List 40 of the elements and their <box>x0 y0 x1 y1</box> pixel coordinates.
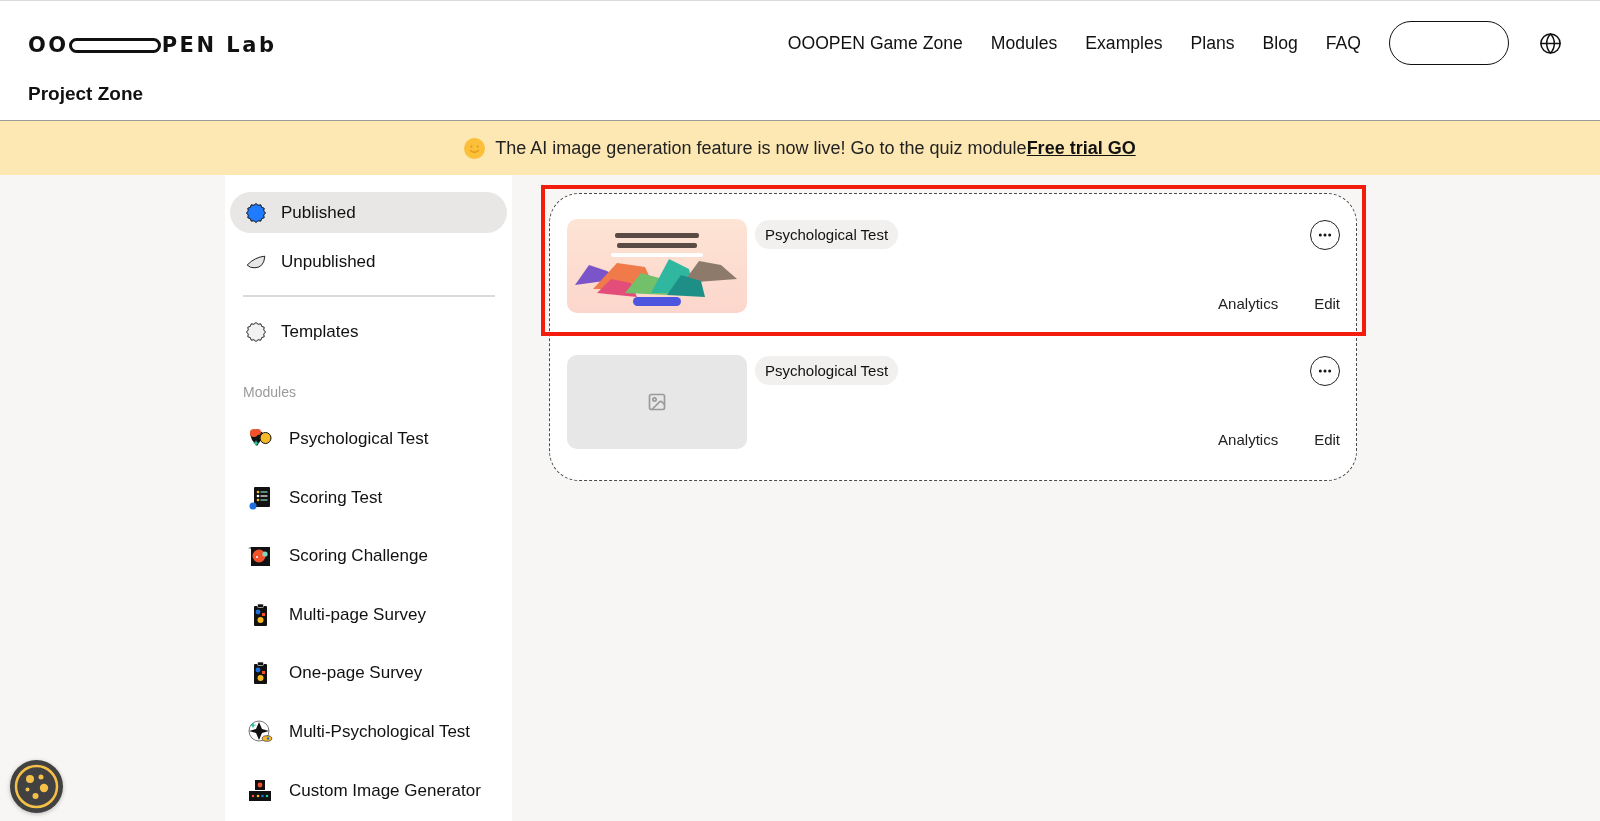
module-tag: Psychological Test <box>755 356 899 385</box>
section-heading: Modules <box>243 383 297 401</box>
free-trial-link[interactable]: Free trial GO <box>1026 137 1136 158</box>
action-link[interactable]: Edit <box>1314 295 1340 313</box>
nav-link[interactable]: Plans <box>1190 32 1235 54</box>
sidebar-item[interactable]: Unpublished <box>230 241 507 282</box>
nav-link[interactable]: Modules <box>990 32 1058 54</box>
announcement-text: The AI image generation feature is now live! Go to the quiz moduleFree trial GO <box>495 137 1136 159</box>
more-button[interactable] <box>1310 356 1340 386</box>
outline-button[interactable] <box>1389 21 1509 65</box>
checklist-icon <box>247 484 273 511</box>
module-item[interactable]: Psychological Test <box>230 417 507 461</box>
logo-link[interactable]: OO PEN Lab <box>28 33 277 57</box>
module-item[interactable]: Scoring Challenge <box>230 534 507 579</box>
action-link[interactable]: Analytics <box>1218 431 1279 449</box>
pill-icon <box>68 37 161 53</box>
machine-icon <box>247 777 273 804</box>
sidebar-item[interactable]: Templates <box>230 311 507 352</box>
action-link[interactable]: Edit <box>1314 431 1340 449</box>
globe-icon[interactable] <box>1539 31 1562 55</box>
compass-icon <box>247 718 273 745</box>
image-icon <box>647 392 667 412</box>
sidebar-item[interactable]: Published <box>230 192 507 233</box>
nav-link[interactable]: FAQ <box>1325 32 1361 54</box>
cookie-button[interactable] <box>10 760 63 813</box>
module-item[interactable]: Multi-page Survey <box>230 592 507 637</box>
module-item[interactable]: Multi-Psychological Test <box>230 709 507 754</box>
nav-link[interactable]: Examples <box>1085 32 1163 54</box>
nav-link[interactable]: Blog <box>1262 32 1298 54</box>
smiley-icon <box>464 137 486 159</box>
module-item[interactable]: Scoring Test <box>230 475 507 520</box>
seal-icon <box>246 202 266 223</box>
module-item[interactable]: Custom Image Generator <box>230 768 507 813</box>
more-button[interactable] <box>1310 220 1340 250</box>
module-tag: Psychological Test <box>755 220 899 249</box>
page-title: Project Zone <box>28 83 145 105</box>
action-link[interactable]: Analytics <box>1218 295 1279 313</box>
cookie-icon <box>14 764 59 809</box>
nav-link[interactable]: OOOPEN Game Zone <box>787 32 963 54</box>
module-item[interactable]: One-page Survey <box>230 651 507 696</box>
